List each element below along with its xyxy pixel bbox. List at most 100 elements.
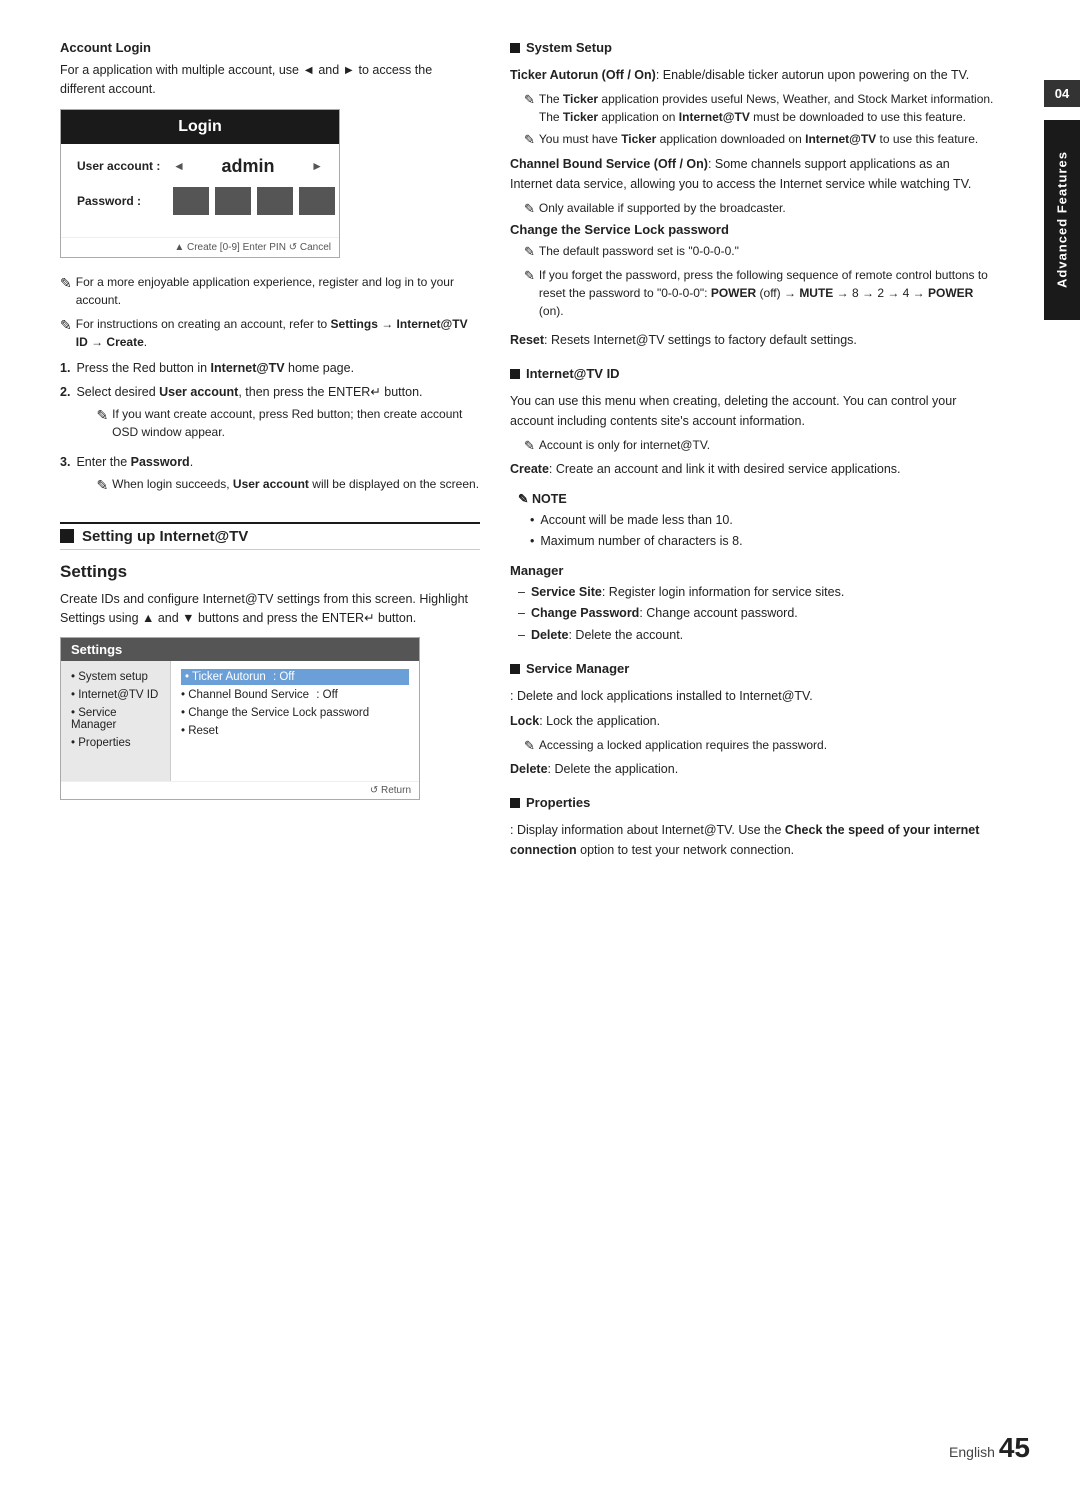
login-user-row: User account : ◄ admin ►: [77, 156, 323, 177]
ticker-note-1: ✎ The Ticker application provides useful…: [524, 90, 994, 126]
create-text: Create: Create an account and link it wi…: [510, 459, 994, 479]
note-icon-1: ✎: [60, 273, 72, 294]
pwd-block-2: [215, 187, 251, 215]
step-2-num: 2.: [60, 383, 70, 447]
section-bar-square: [60, 529, 74, 543]
note-bullet-2-text: Maximum number of characters is 8.: [540, 532, 742, 551]
change-pwd-note-1-text: The default password set is "0-0-0-0.": [539, 242, 739, 260]
step-2-content: Select desired User account, then press …: [76, 383, 480, 447]
properties-section: Properties : Display information about I…: [510, 795, 994, 860]
step-2: 2. Select desired User account, then pre…: [60, 383, 480, 447]
change-pwd-note-2-icon: ✎: [524, 266, 535, 286]
settings-change-password: • Change the Service Lock password: [181, 705, 409, 721]
left-arrow-icon: ◄: [173, 159, 185, 173]
step-2-note-icon: ✎: [96, 405, 108, 426]
manager-delete-text: Delete: Delete the account.: [531, 626, 683, 645]
settings-ticker-autorun: • Ticker Autorun : Off: [181, 669, 409, 685]
login-password-row: Password :: [77, 187, 323, 215]
manager-delete: – Delete: Delete the account.: [518, 626, 994, 645]
page-number: 45: [999, 1432, 1030, 1463]
password-dots: [173, 187, 335, 215]
account-login-section: Account Login For a application with mul…: [60, 40, 480, 502]
internet-tv-id-note-icon: ✎: [524, 436, 535, 456]
internet-tv-id-note-text: Account is only for internet@TV.: [539, 436, 710, 454]
note-2: ✎ For instructions on creating an accoun…: [60, 315, 480, 351]
note-box: ✎ NOTE • Account will be made less than …: [510, 485, 994, 557]
login-box-header: Login: [61, 110, 339, 144]
system-setup-section: System Setup Ticker Autorun (Off / On): …: [510, 40, 994, 350]
ticker-note-2-text: You must have Ticker application downloa…: [539, 130, 978, 148]
lock-text: Lock: Lock the application.: [510, 711, 994, 731]
steps-list: 1. Press the Red button in Internet@TV h…: [60, 359, 480, 502]
settings-channel-bound: • Channel Bound Service : Off: [181, 687, 409, 703]
delete-text: Delete: Delete the application.: [510, 759, 994, 779]
manager-service-site: – Service Site: Register login informati…: [518, 583, 994, 602]
ticker-autorun-text: Ticker Autorun (Off / On): Enable/disabl…: [510, 65, 994, 85]
settings-description: Create IDs and configure Internet@TV set…: [60, 590, 480, 628]
pwd-block-3: [257, 187, 293, 215]
internet-tv-id-description: You can use this menu when creating, del…: [510, 391, 994, 431]
internet-tv-id-section: Internet@TV ID You can use this menu whe…: [510, 366, 994, 645]
settings-heading: Settings: [60, 562, 480, 582]
step-3-note-text: When login succeeds, User account will b…: [112, 475, 479, 493]
left-column: Account Login For a application with mul…: [60, 40, 480, 1454]
note-bullet-1: • Account will be made less than 10.: [530, 511, 986, 530]
internet-tv-id-note: ✎ Account is only for internet@TV.: [524, 436, 994, 456]
properties-square: [510, 798, 520, 808]
note-box-title: ✎ NOTE: [518, 489, 986, 509]
right-column: System Setup Ticker Autorun (Off / On): …: [510, 40, 994, 1454]
page-label: English: [949, 1444, 995, 1460]
password-label: Password :: [77, 194, 167, 208]
user-account-label: User account :: [77, 159, 167, 173]
change-password-heading: Change the Service Lock password: [510, 222, 994, 237]
step-3-num: 3.: [60, 453, 70, 502]
ticker-note-1-text: The Ticker application provides useful N…: [539, 90, 994, 126]
chapter-number: 04: [1044, 80, 1080, 107]
service-manager-square: [510, 664, 520, 674]
page-container: Advanced Features 04 Account Login For a…: [0, 0, 1080, 1494]
manager-change-password: – Change Password: Change account passwo…: [518, 604, 994, 623]
step-1-num: 1.: [60, 359, 70, 378]
step-3-note-icon: ✎: [96, 475, 108, 496]
service-manager-description: : Delete and lock applications installed…: [510, 686, 994, 706]
account-login-heading: Account Login: [60, 40, 480, 55]
step-3: 3. Enter the Password. ✎ When login succ…: [60, 453, 480, 502]
change-pwd-note-2-text: If you forget the password, press the fo…: [539, 266, 994, 320]
channel-bound-text: Channel Bound Service (Off / On): Some c…: [510, 154, 994, 194]
right-arrow-icon: ►: [311, 159, 323, 173]
user-account-value: admin: [191, 156, 305, 177]
pwd-block-4: [299, 187, 335, 215]
change-pwd-note-2: ✎ If you forget the password, press the …: [524, 266, 994, 320]
pwd-block-1: [173, 187, 209, 215]
note-bullet-2: • Maximum number of characters is 8.: [530, 532, 986, 551]
page-footer: English 45: [949, 1432, 1030, 1464]
setting-up-bar: Setting up Internet@TV: [60, 522, 480, 550]
step-2-text: Select desired User account, then press …: [76, 385, 422, 399]
menu-properties: • Properties: [67, 735, 164, 751]
login-box-body: User account : ◄ admin ► Password :: [61, 144, 339, 237]
step-1-text: Press the Red button in Internet@TV home…: [76, 359, 354, 378]
internet-tv-id-heading-row: Internet@TV ID: [510, 366, 994, 387]
setting-up-title: Setting up Internet@TV: [82, 528, 248, 545]
service-manager-section: Service Manager : Delete and lock applic…: [510, 661, 994, 780]
manager-change-password-text: Change Password: Change account password…: [531, 604, 798, 623]
menu-internet-tv-id: • Internet@TV ID: [67, 687, 164, 703]
properties-heading: Properties: [526, 795, 590, 810]
settings-reset: • Reset: [181, 723, 409, 739]
properties-heading-row: Properties: [510, 795, 994, 816]
ticker-note-2: ✎ You must have Ticker application downl…: [524, 130, 994, 150]
properties-description: : Display information about Internet@TV.…: [510, 820, 994, 860]
channel-bound-note: ✎ Only available if supported by the bro…: [524, 199, 994, 219]
settings-box: Settings • System setup • Internet@TV ID…: [60, 637, 420, 800]
settings-box-body: • System setup • Internet@TV ID • Servic…: [61, 661, 419, 781]
system-setup-square: [510, 43, 520, 53]
menu-system-setup: • System setup: [67, 669, 164, 685]
step-3-text: Enter the Password.: [76, 455, 193, 469]
manager-heading: Manager: [510, 563, 994, 578]
menu-service-manager: • Service Manager: [67, 705, 164, 733]
system-setup-heading: System Setup: [526, 40, 612, 55]
change-pwd-note-1-icon: ✎: [524, 242, 535, 262]
settings-box-header: Settings: [61, 638, 419, 661]
lock-note-text: Accessing a locked application requires …: [539, 736, 827, 754]
note-text-2: For instructions on creating an account,…: [76, 315, 480, 351]
